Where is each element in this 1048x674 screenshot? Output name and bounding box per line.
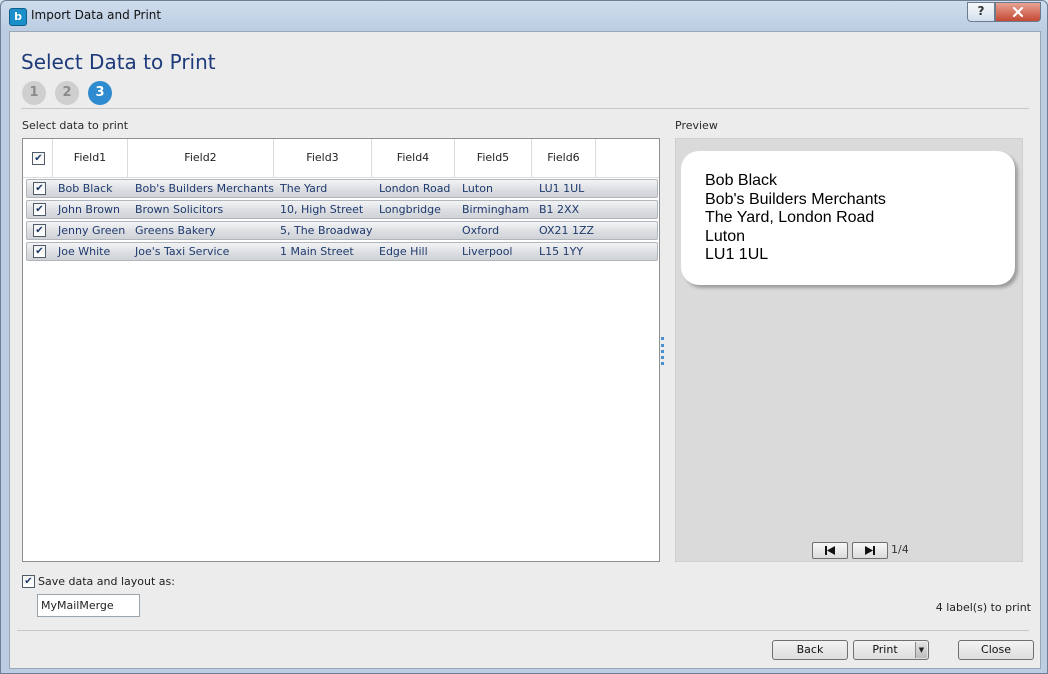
first-record-button[interactable] <box>812 542 848 559</box>
preview-section-label: Preview <box>675 119 718 132</box>
cell-field3: 5, The Broadway <box>280 224 373 237</box>
page-indicator: 1/4 <box>891 543 909 556</box>
pane-splitter-handle[interactable] <box>661 337 667 365</box>
column-header-field6[interactable]: Field6 <box>532 139 596 177</box>
save-layout-checkbox[interactable]: ✔ <box>22 575 35 588</box>
column-header-field1[interactable]: Field1 <box>53 139 128 177</box>
cell-field4: London Road <box>379 182 451 195</box>
dialog-body: Select Data to Print 1 2 3 Select data t… <box>9 31 1041 669</box>
cell-field5: Birmingham <box>462 203 530 216</box>
cell-field4: Longbridge <box>379 203 441 216</box>
step-3-indicator[interactable]: 3 <box>88 81 112 105</box>
close-icon <box>1012 6 1024 18</box>
preview-line: LU1 1UL <box>705 246 769 263</box>
chevron-down-icon: ▼ <box>918 646 925 654</box>
page-title: Select Data to Print <box>21 50 216 74</box>
cell-field6: OX21 1ZZ <box>539 224 595 237</box>
column-header-field2[interactable]: Field2 <box>128 139 274 177</box>
footer-divider <box>17 630 1029 631</box>
cell-field1: Bob Black <box>58 182 113 195</box>
print-options-dropdown[interactable]: ▼ <box>915 642 927 658</box>
table-row[interactable]: ✔ Joe White Joe's Taxi Service 1 Main St… <box>26 242 658 261</box>
header-divider <box>21 108 1029 109</box>
save-layout-label: Save data and layout as: <box>38 575 175 588</box>
table-row[interactable]: ✔ John Brown Brown Solicitors 10, High S… <box>26 200 658 219</box>
row-checkbox[interactable]: ✔ <box>33 245 46 258</box>
skip-previous-icon <box>825 546 835 555</box>
cell-field2: Brown Solicitors <box>135 203 224 216</box>
cell-field6: B1 2XX <box>539 203 580 216</box>
next-record-button[interactable] <box>852 542 888 559</box>
print-button-label: Print <box>872 643 898 656</box>
row-checkbox[interactable]: ✔ <box>33 203 46 216</box>
cell-field3: 10, High Street <box>280 203 364 216</box>
cell-field5: Luton <box>462 182 493 195</box>
cell-field2: Bob's Builders Merchants <box>135 182 274 195</box>
cell-field5: Liverpool <box>462 245 513 258</box>
data-grid: ✔ Field1 Field2 Field3 Field4 Field5 Fie… <box>22 138 660 562</box>
help-button[interactable]: ? <box>967 2 995 22</box>
label-count-text: 4 label(s) to print <box>935 601 1031 614</box>
cell-field5: Oxford <box>462 224 500 237</box>
preview-pane: Bob Black Bob's Builders Merchants The Y… <box>675 138 1023 562</box>
row-checkbox[interactable]: ✔ <box>33 224 46 237</box>
cell-field4: Edge Hill <box>379 245 428 258</box>
cell-field1: Jenny Green <box>58 224 126 237</box>
select-all-checkbox[interactable]: ✔ <box>32 152 45 165</box>
app-logo-icon: b <box>9 8 27 26</box>
column-header-field3[interactable]: Field3 <box>274 139 372 177</box>
table-row[interactable]: ✔ Bob Black Bob's Builders Merchants The… <box>26 179 658 198</box>
preview-line: The Yard, London Road <box>705 209 875 226</box>
cell-field2: Greens Bakery <box>135 224 216 237</box>
cell-field3: The Yard <box>280 182 328 195</box>
back-button[interactable]: Back <box>772 640 848 660</box>
row-checkbox[interactable]: ✔ <box>33 182 46 195</box>
cell-field2: Joe's Taxi Service <box>135 245 230 258</box>
window-title: Import Data and Print <box>31 8 162 22</box>
select-all-header: ✔ <box>23 139 53 177</box>
grid-header: ✔ Field1 Field2 Field3 Field4 Field5 Fie… <box>23 139 659 178</box>
grid-section-label: Select data to print <box>22 119 129 132</box>
step-2-indicator[interactable]: 2 <box>55 81 79 105</box>
cell-field6: LU1 1UL <box>539 182 585 195</box>
table-row[interactable]: ✔ Jenny Green Greens Bakery 5, The Broad… <box>26 221 658 240</box>
cell-field1: Joe White <box>58 245 111 258</box>
cell-field3: 1 Main Street <box>280 245 354 258</box>
title-bar: b Import Data and Print ? <box>1 1 1047 31</box>
preview-line: Bob Black <box>705 172 778 189</box>
column-header-field5[interactable]: Field5 <box>455 139 532 177</box>
import-data-window: b Import Data and Print ? Select Data to… <box>0 0 1048 674</box>
close-button[interactable]: Close <box>958 640 1034 660</box>
save-name-input[interactable] <box>37 594 140 617</box>
window-close-button[interactable] <box>995 2 1041 22</box>
print-button[interactable]: Print ▼ <box>853 640 929 660</box>
cell-field6: L15 1YY <box>539 245 584 258</box>
preview-line: Luton <box>705 228 746 245</box>
preview-line: Bob's Builders Merchants <box>705 191 886 208</box>
step-1-indicator[interactable]: 1 <box>22 81 46 105</box>
label-preview-card: Bob Black Bob's Builders Merchants The Y… <box>681 151 1015 285</box>
skip-next-icon <box>865 546 875 555</box>
column-header-field4[interactable]: Field4 <box>372 139 455 177</box>
cell-field1: John Brown <box>58 203 120 216</box>
